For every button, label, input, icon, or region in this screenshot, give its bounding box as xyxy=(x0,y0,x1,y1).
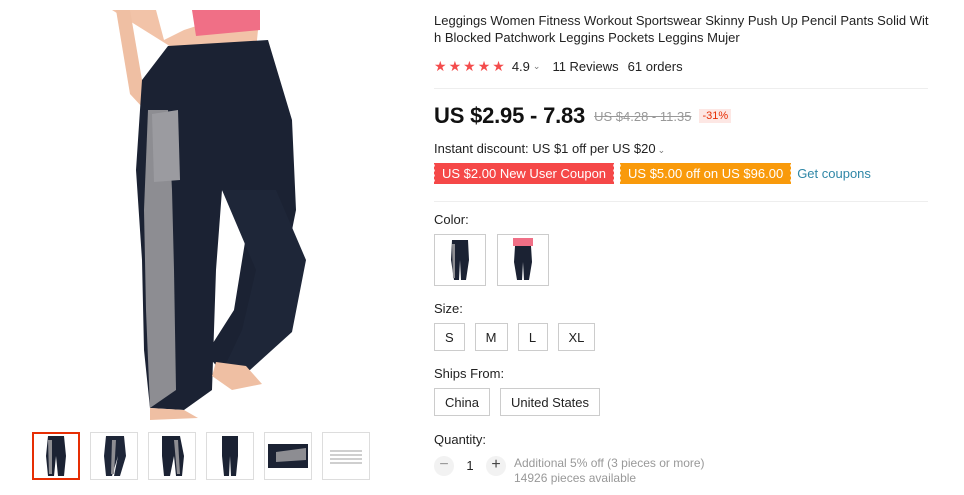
chevron-down-icon[interactable]: ⌄ xyxy=(533,61,541,72)
quantity-value[interactable]: 1 xyxy=(454,456,486,476)
quantity-stepper: − 1 + Additional 5% off (3 pieces or mor… xyxy=(434,456,705,486)
ships-from-options: China United States xyxy=(434,388,601,416)
color-options xyxy=(434,234,549,286)
rating-value[interactable]: 4.9 xyxy=(512,59,530,74)
instant-discount[interactable]: Instant discount: US $1 off per US $20 ⌄ xyxy=(434,141,677,156)
pieces-available: 14926 pieces available xyxy=(514,471,637,485)
coupon-row: US $2.00 New User Coupon US $5.00 off on… xyxy=(432,163,871,184)
divider xyxy=(434,201,928,202)
color-option-black[interactable] xyxy=(434,234,486,286)
instant-discount-text: Instant discount: US $1 off per US $20 xyxy=(434,141,656,156)
quantity-label: Quantity: xyxy=(434,432,487,447)
thumbnail-3[interactable] xyxy=(148,432,196,480)
ships-from-label: Ships From: xyxy=(434,366,505,381)
size-option-xl[interactable]: XL xyxy=(557,323,596,351)
rating-row: ★ ★ ★ ★ ★ 4.9 ⌄ 11 Reviews 61 orders xyxy=(434,57,934,75)
chevron-down-icon: ⌄ xyxy=(657,145,666,155)
store-coupon[interactable]: US $5.00 off on US $96.00 xyxy=(619,163,792,184)
star-icon: ★ xyxy=(434,58,447,74)
star-icon: ★ xyxy=(448,58,462,74)
color-label: Color: xyxy=(434,212,469,227)
new-user-coupon[interactable]: US $2.00 New User Coupon xyxy=(432,163,615,184)
size-options: S M L XL xyxy=(434,323,596,351)
bulk-discount-note: Additional 5% off (3 pieces or more) xyxy=(514,456,705,470)
size-option-l[interactable]: L xyxy=(517,323,548,351)
orders-count: 61 orders xyxy=(627,58,683,74)
price-range: US $2.95 - 7.83 xyxy=(434,103,586,128)
quantity-plus-button[interactable]: + xyxy=(486,456,506,476)
size-option-s[interactable]: S xyxy=(434,323,465,351)
reviews-link[interactable]: 11 Reviews xyxy=(552,59,618,74)
price-row: US $2.95 - 7.83 US $4.28 - 11.35 -31% xyxy=(434,103,732,129)
main-product-image xyxy=(46,10,366,420)
ships-from-united-states[interactable]: United States xyxy=(499,388,601,416)
discount-badge: -31% xyxy=(699,109,732,123)
star-icon: ★ xyxy=(463,58,476,74)
thumbnail-5[interactable] xyxy=(264,432,312,480)
size-label: Size: xyxy=(434,301,463,316)
rating-stars: ★ ★ ★ ★ ★ xyxy=(434,59,505,73)
star-icon: ★ xyxy=(477,58,491,74)
thumbnail-2[interactable] xyxy=(90,432,138,480)
ships-from-china[interactable]: China xyxy=(434,388,490,416)
color-option-black-pink[interactable] xyxy=(497,234,549,286)
thumbnail-1[interactable] xyxy=(32,432,80,480)
get-coupons-link[interactable]: Get coupons xyxy=(797,166,871,181)
size-option-m[interactable]: M xyxy=(474,323,508,351)
original-price: US $4.28 - 11.35 xyxy=(594,108,692,124)
thumbnail-6-size-chart[interactable] xyxy=(322,432,370,480)
thumbnail-strip xyxy=(32,432,370,480)
star-icon: ★ xyxy=(492,58,505,74)
thumbnail-4[interactable] xyxy=(206,432,254,480)
product-title: Leggings Women Fitness Workout Sportswea… xyxy=(434,13,929,45)
product-info: Leggings Women Fitness Workout Sportswea… xyxy=(434,12,934,75)
divider xyxy=(434,88,928,89)
quantity-minus-button[interactable]: − xyxy=(434,456,454,476)
quantity-notes: Additional 5% off (3 pieces or more) 149… xyxy=(514,456,705,486)
